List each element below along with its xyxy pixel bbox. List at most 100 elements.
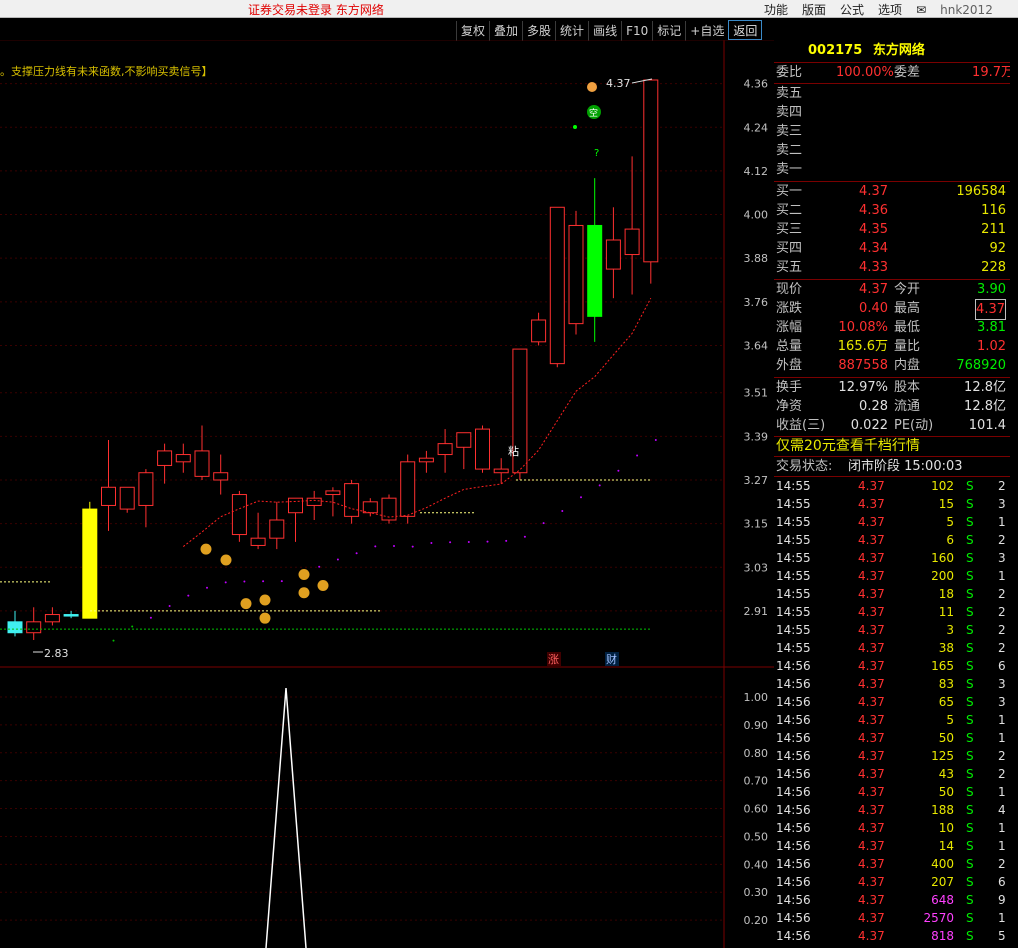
tick-row: 14:55 4.37 5 S 1 — [774, 513, 1018, 531]
tick-count: 4 — [998, 803, 1006, 817]
promo-link[interactable]: 仅需20元查看千档行情 — [776, 437, 920, 456]
tick-side: S — [966, 569, 974, 583]
tick-price: 4.37 — [858, 821, 885, 835]
toolbar-button-7[interactable]: +自选 — [685, 21, 728, 41]
ask-row: 卖二 — [776, 141, 1016, 160]
tick-side: S — [966, 911, 974, 925]
tick-volume: 6 — [946, 533, 954, 547]
tick-row: 14:56 4.37 818 S 5 — [774, 927, 1018, 945]
candle-body — [7, 621, 23, 634]
tick-volume: 160 — [931, 551, 954, 565]
candle-body — [288, 497, 303, 514]
tick-time: 14:55 — [776, 569, 811, 583]
tick-count: 6 — [998, 875, 1006, 889]
tick-count: 2 — [998, 533, 1006, 547]
stock-code: 002175 — [808, 43, 863, 58]
toolbar-button-2[interactable]: 多股 — [522, 21, 555, 41]
login-warning[interactable]: 证券交易未登录 东方网络 — [248, 1, 384, 18]
toolbar-button-0[interactable]: 复权 — [456, 21, 489, 41]
fundamental-row: 收益(三) 0.022 PE(动) 101.4 — [776, 416, 1016, 435]
mail-icon[interactable]: ✉ — [916, 3, 926, 17]
tick-price: 4.37 — [858, 551, 885, 565]
tick-time: 14:55 — [776, 551, 811, 565]
candle-body — [605, 239, 621, 270]
tick-volume: 818 — [931, 929, 954, 943]
tick-price: 4.37 — [858, 785, 885, 799]
price-tick-label: 4.24 — [744, 121, 769, 134]
menu-item-1[interactable]: 版面 — [802, 3, 826, 17]
tick-price: 4.37 — [858, 533, 885, 547]
tick-count: 2 — [998, 641, 1006, 655]
tick-time: 14:56 — [776, 677, 811, 691]
tick-volume: 15 — [938, 497, 954, 511]
candle-body — [119, 486, 135, 510]
tick-volume: 5 — [946, 515, 954, 529]
tick-price: 4.37 — [858, 803, 885, 817]
toolbar-button-4[interactable]: 画线 — [588, 21, 621, 41]
quote-row: 涨跌 0.40 最高 4.37 — [776, 299, 1016, 320]
tick-row: 14:55 4.37 6 S 2 — [774, 531, 1018, 549]
tick-side: S — [966, 587, 974, 601]
tick-price: 4.37 — [858, 839, 885, 853]
zhang-marker: 涨 — [548, 653, 559, 666]
quote-label: 内盘 — [894, 358, 921, 373]
tick-price: 4.37 — [858, 929, 885, 943]
tick-side: S — [966, 785, 974, 799]
tick-row: 14:56 4.37 5 S 1 — [774, 711, 1018, 729]
price-tick-label: 3.64 — [744, 339, 769, 352]
bid-price: 4.34 — [859, 241, 888, 256]
ask-label: 卖四 — [776, 105, 803, 120]
candle-body — [344, 483, 360, 517]
back-button[interactable]: 返回 — [728, 20, 763, 40]
menu-item-0[interactable]: 功能 — [764, 3, 788, 17]
tick-volume: 50 — [938, 731, 954, 745]
support-dot — [262, 580, 265, 583]
username[interactable]: hnk2012 — [940, 3, 993, 17]
support-dot — [467, 541, 470, 544]
menu-item-3[interactable]: 选项 — [878, 3, 902, 17]
bid-label: 买五 — [776, 260, 803, 275]
tick-count: 3 — [998, 497, 1006, 511]
tick-side: S — [966, 677, 974, 691]
tick-count: 1 — [998, 821, 1006, 835]
toolbar-button-1[interactable]: 叠加 — [489, 21, 522, 41]
tick-side: S — [966, 695, 974, 709]
tick-price: 4.37 — [858, 497, 885, 511]
money-bag-icon — [298, 587, 310, 599]
tick-volume: 2570 — [923, 911, 954, 925]
toolbar-button-6[interactable]: 标记 — [652, 21, 685, 41]
tick-row: 14:56 4.37 10 S 1 — [774, 819, 1018, 837]
toolbar-button-3[interactable]: 统计 — [555, 21, 588, 41]
kline-chart[interactable]: 4.36 4.24 4.12 4.00 3.88 3.76 3.64 3.51 3.39 3.27… — [0, 40, 774, 948]
tick-side: S — [966, 893, 974, 907]
tick-row: 14:55 4.37 160 S 3 — [774, 549, 1018, 567]
tick-time: 14:55 — [776, 641, 811, 655]
tick-price: 4.37 — [858, 695, 885, 709]
quote-label: 今开 — [894, 282, 921, 297]
order-diff-value: 19.7万 — [972, 65, 1014, 80]
tick-count: 2 — [998, 479, 1006, 493]
indicator-tick-label: 0.20 — [744, 914, 769, 927]
tick-side: S — [966, 749, 974, 763]
tick-volume: 43 — [938, 767, 954, 781]
tick-count: 2 — [998, 623, 1006, 637]
quote-panel: 002175 东方网络 委比 100.00% 委差 19.7万 卖五 卖四 卖三 卖二 卖一 买一… — [774, 40, 1018, 948]
quote-row: 涨幅 10.08% 最低 3.81 — [776, 318, 1016, 337]
quote-value: 10.08% — [838, 320, 888, 335]
candle-body — [325, 490, 341, 496]
fundamental-value: 12.97% — [838, 380, 888, 395]
tick-row: 14:56 4.37 207 S 6 — [774, 873, 1018, 891]
tick-volume: 5 — [946, 713, 954, 727]
toolbar-button-5[interactable]: F10 — [621, 21, 652, 41]
ask-label: 卖三 — [776, 124, 803, 139]
tick-row: 14:56 4.37 50 S 1 — [774, 783, 1018, 801]
candle-body — [250, 537, 266, 546]
price-tick-label: 3.88 — [744, 252, 769, 265]
money-bag-icon — [200, 543, 212, 555]
tick-time: 14:55 — [776, 605, 811, 619]
tick-count: 1 — [998, 713, 1006, 727]
order-diff-label: 委差 — [894, 65, 921, 80]
menu-item-2[interactable]: 公式 — [840, 3, 864, 17]
fundamental-value: 0.28 — [859, 399, 888, 414]
ask-label: 卖二 — [776, 143, 803, 158]
